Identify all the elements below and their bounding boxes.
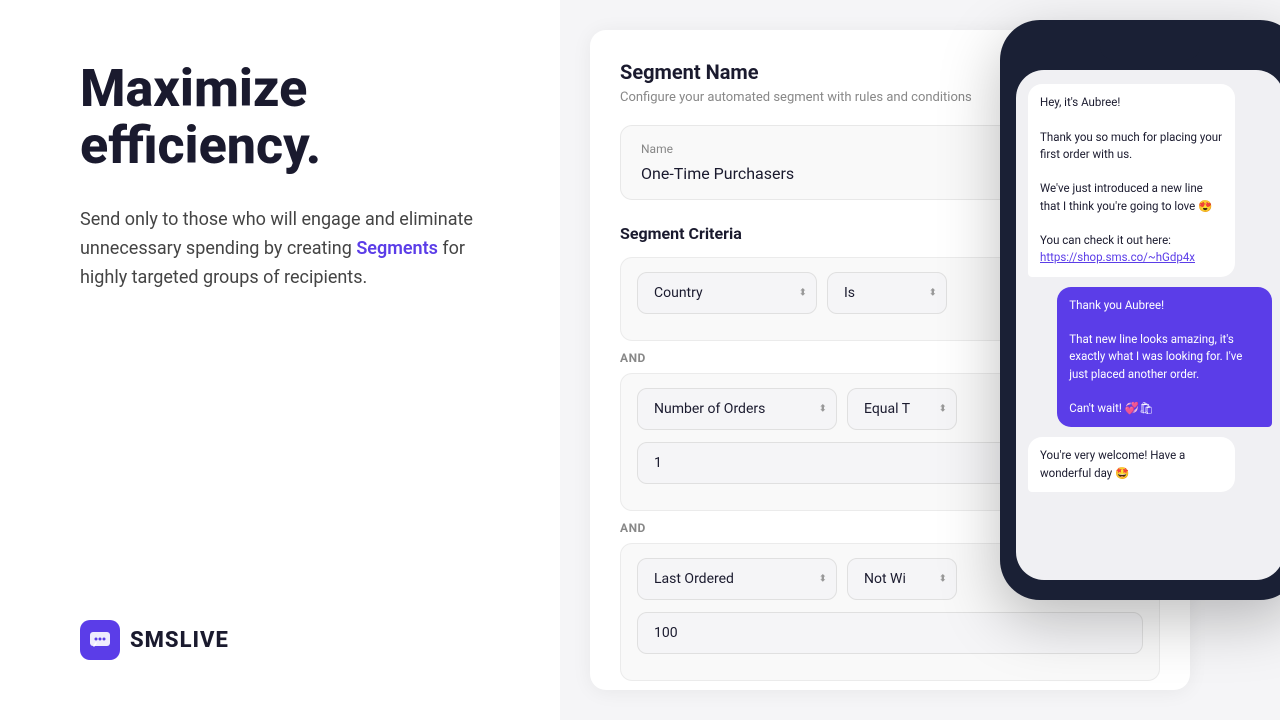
country-field-select[interactable]: Country <box>637 272 817 314</box>
last-ordered-operator-select[interactable]: Not Wi <box>847 558 957 600</box>
orders-field-select[interactable]: Number of Orders <box>637 388 837 430</box>
chat-link: https://shop.sms.co/~hGdp4x <box>1040 250 1195 264</box>
main-heading: Maximize efficiency. <box>80 60 500 174</box>
chat-message-2: Thank you Aubree! That new line looks am… <box>1057 287 1272 428</box>
orders-operator-wrapper: Equal T ⬍ <box>847 388 957 430</box>
logo-area: SMSLIVE <box>80 620 500 660</box>
orders-operator-select[interactable]: Equal T <box>847 388 957 430</box>
logo-text: SMSLIVE <box>130 628 229 653</box>
smslive-logo-icon <box>80 620 120 660</box>
name-input[interactable] <box>641 164 1012 183</box>
right-panel-inner: Segment Name Configure your automated se… <box>590 30 1250 690</box>
phone-mockup: Hey, it's Aubree! Thank you so much for … <box>1000 20 1280 600</box>
country-operator-select[interactable]: Is <box>827 272 947 314</box>
phone-screen: Hey, it's Aubree! Thank you so much for … <box>1016 70 1280 580</box>
last-ordered-operator-wrapper: Not Wi ⬍ <box>847 558 957 600</box>
sub-text: Send only to those who will engage and e… <box>80 206 500 292</box>
country-field-wrapper: Country ⬍ <box>637 272 817 314</box>
orders-field-wrapper: Number of Orders ⬍ <box>637 388 837 430</box>
phone-notch <box>1100 40 1200 60</box>
left-panel: Maximize efficiency. Send only to those … <box>0 0 560 720</box>
left-content: Maximize efficiency. Send only to those … <box>80 60 500 293</box>
right-panel: Segment Name Configure your automated se… <box>560 0 1280 720</box>
country-operator-wrapper: Is ⬍ <box>827 272 947 314</box>
name-label: Name <box>641 142 1012 156</box>
segments-link[interactable]: Segments <box>356 238 438 259</box>
last-ordered-field-select[interactable]: Last Ordered <box>637 558 837 600</box>
last-ordered-field-wrapper: Last Ordered ⬍ <box>637 558 837 600</box>
chat-message-3: You're very welcome! Have a wonderful da… <box>1028 437 1235 492</box>
name-input-wrapper: Name <box>620 125 1033 200</box>
chat-message-1: Hey, it's Aubree! Thank you so much for … <box>1028 84 1235 277</box>
last-ordered-value-input[interactable] <box>637 612 1143 654</box>
